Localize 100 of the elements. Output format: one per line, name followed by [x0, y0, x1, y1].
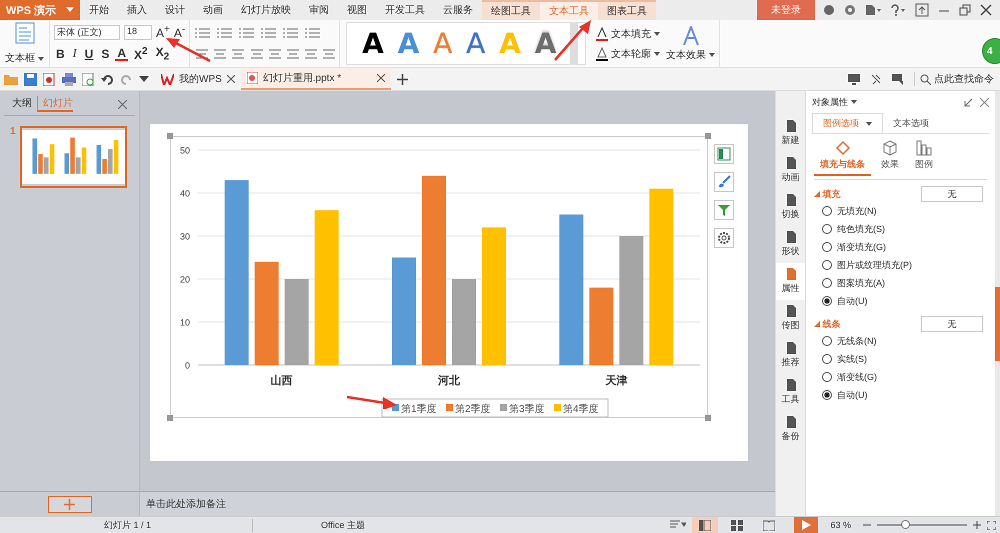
radio-button[interactable] [822, 336, 832, 346]
menu-tab[interactable]: 开发工具 [376, 0, 434, 20]
slideshow-button[interactable] [794, 517, 818, 533]
sidebar-item[interactable]: 工具 [776, 374, 805, 411]
list-icon[interactable] [216, 26, 234, 40]
sidebar-item[interactable]: 形状 [776, 226, 805, 263]
panel-toggle[interactable] [995, 286, 1000, 360]
document-tab[interactable]: 我的WPS [155, 68, 241, 90]
radio-button[interactable] [822, 390, 832, 400]
format-button[interactable]: X$^{2}$ [132, 46, 150, 62]
menu-tab[interactable]: 绘图工具 [482, 0, 540, 20]
text-outline-button[interactable]: 文本轮廓 [596, 46, 660, 60]
menu-tab[interactable]: 插入 [118, 0, 156, 20]
align-icon[interactable] [266, 47, 281, 62]
text-fill-button[interactable]: 文本填充 [596, 26, 660, 40]
sidebar-item[interactable]: 属性 [776, 263, 805, 300]
align-icon[interactable] [230, 47, 245, 62]
print-icon[interactable] [62, 72, 76, 86]
color-dropdown[interactable]: 无 [921, 316, 983, 332]
menu-tab[interactable]: 图表工具 [598, 0, 656, 20]
chart-style-button[interactable] [714, 172, 734, 192]
preview-icon[interactable] [82, 72, 95, 86]
font-size-select[interactable]: 18 [124, 24, 152, 40]
list-icon[interactable] [282, 26, 300, 40]
align-icon[interactable] [321, 47, 336, 62]
menu-tab[interactable]: 视图 [338, 0, 376, 20]
format-button[interactable]: X$_{2}$ [154, 45, 172, 63]
undo-icon[interactable] [101, 72, 114, 86]
close-icon[interactable] [980, 4, 992, 16]
close-icon[interactable] [980, 98, 989, 106]
text-box-button[interactable]: 文本框 [5, 51, 44, 65]
list-icon[interactable] [304, 26, 322, 40]
notes-toggle-icon[interactable] [670, 520, 686, 530]
radio-button[interactable] [822, 354, 832, 364]
radio-button[interactable] [822, 296, 832, 306]
normal-view-button[interactable] [692, 517, 718, 533]
sidebar-item[interactable]: 备份 [776, 411, 805, 448]
panel-tab[interactable]: 大纲 [12, 96, 32, 112]
close-icon[interactable] [376, 74, 385, 82]
radio-button[interactable] [822, 278, 832, 288]
restore-icon[interactable] [959, 4, 971, 16]
text-box-icon[interactable] [14, 22, 36, 44]
comment-icon[interactable] [892, 74, 904, 84]
list-icon[interactable] [238, 26, 256, 40]
sidebar-item[interactable]: 切换 [776, 189, 805, 226]
sidebar-item[interactable]: 传图 [776, 300, 805, 337]
chart-filter-button[interactable] [714, 200, 734, 220]
upload-icon[interactable] [915, 3, 929, 17]
list-icon[interactable] [194, 26, 212, 40]
resize-handle[interactable] [705, 133, 711, 139]
align-icon[interactable] [302, 47, 318, 62]
menu-tab[interactable]: 审阅 [300, 0, 338, 20]
radio-button[interactable] [822, 242, 832, 252]
document-tab[interactable]: 幻灯片重用.pptx * [240, 68, 391, 90]
text-effect-button[interactable]: 文本效果 [666, 48, 716, 62]
zoom-in-icon[interactable] [973, 521, 981, 529]
align-icon[interactable] [212, 47, 226, 62]
chart-elements-button[interactable] [714, 144, 734, 164]
properties-subtab[interactable]: 图例 [909, 140, 939, 176]
grow-font-button[interactable]: A$^{+}$ [156, 24, 170, 40]
radio-button[interactable] [822, 206, 832, 216]
new-tab-icon[interactable] [396, 74, 408, 84]
legend-frame[interactable] [382, 398, 608, 418]
menu-tab[interactable]: 云服务 [434, 0, 482, 20]
monitor-icon[interactable] [848, 74, 860, 84]
menu-tab[interactable]: 开始 [80, 0, 118, 20]
align-icon[interactable] [248, 47, 263, 62]
fit-window-icon[interactable] [987, 520, 996, 530]
menu-tab[interactable]: 设计 [156, 0, 194, 20]
properties-tab[interactable]: 文本选项 [883, 113, 939, 133]
resize-handle[interactable] [705, 415, 711, 421]
font-family-select[interactable]: 宋体 (正文) [54, 24, 120, 40]
collapse-icon[interactable] [964, 98, 973, 106]
pin-icon[interactable] [870, 74, 882, 84]
radio-button[interactable] [822, 372, 832, 382]
format-button[interactable]: B [54, 46, 67, 61]
resize-handle[interactable] [167, 133, 173, 139]
panel-title[interactable]: 对象属性 [812, 96, 857, 108]
menu-tab[interactable]: 幻灯片放映 [232, 0, 300, 20]
help-icon[interactable] [890, 4, 906, 16]
document-icon[interactable] [865, 4, 881, 16]
properties-subtab[interactable]: 效果 [875, 140, 905, 176]
menu-tab[interactable]: 动画 [194, 0, 232, 20]
sidebar-item[interactable]: 推荐 [776, 337, 805, 374]
align-icon[interactable] [284, 47, 299, 62]
shrink-font-button[interactable]: A$^{-}$ [174, 24, 186, 40]
list-icon[interactable] [260, 26, 278, 40]
slider-thumb[interactable] [900, 520, 910, 529]
chart-settings-button[interactable] [714, 228, 734, 248]
text-style-option[interactable]: A [362, 28, 384, 60]
slide-thumbnail[interactable] [20, 126, 127, 188]
format-button[interactable]: S [99, 46, 112, 61]
format-button[interactable]: I [70, 46, 79, 62]
align-icon[interactable] [194, 47, 208, 62]
save-icon[interactable] [24, 72, 37, 86]
close-icon[interactable] [226, 75, 235, 83]
text-style-option[interactable]: A [534, 28, 556, 60]
sidebar-item[interactable]: 动画 [776, 152, 805, 189]
notes-field[interactable]: 单击此处添加备注 [140, 491, 775, 516]
format-button[interactable]: A [115, 46, 128, 61]
